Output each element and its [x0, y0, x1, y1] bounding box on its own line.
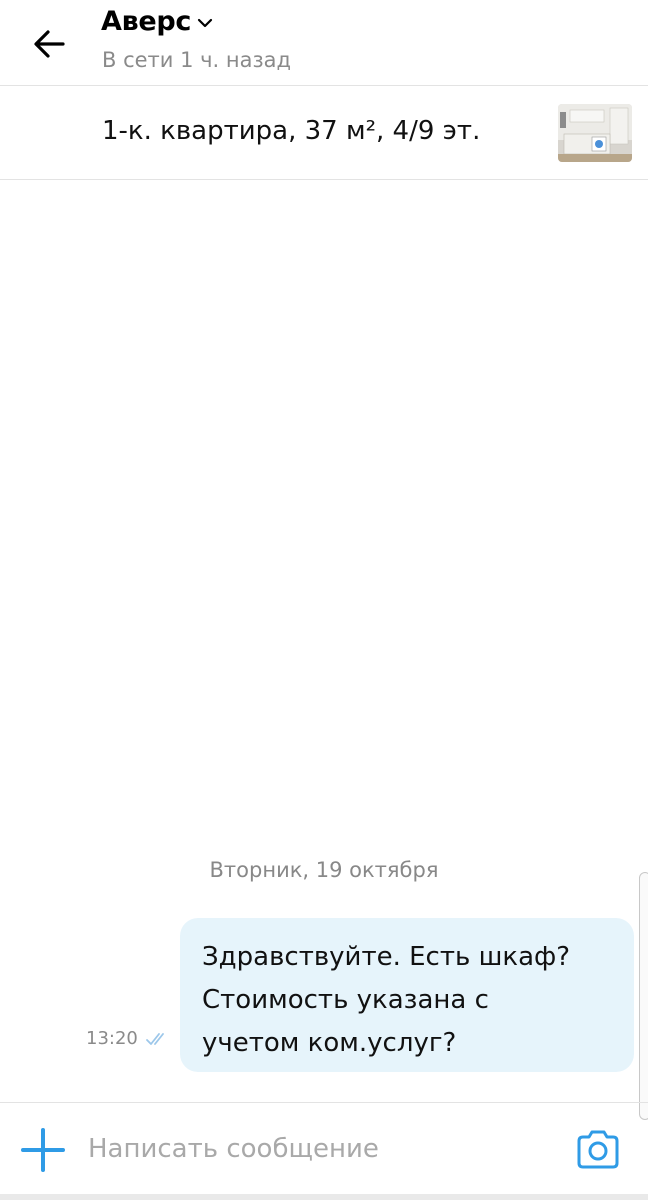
- message-line: Здравствуйте. Есть шкаф?: [202, 942, 571, 972]
- message-line: учетом ком.услуг?: [202, 1028, 457, 1058]
- attach-button[interactable]: [20, 1127, 66, 1173]
- scroll-handle[interactable]: [639, 872, 648, 1120]
- outgoing-message-bubble[interactable]: Здравствуйте. Есть шкаф? Стоимость указа…: [180, 918, 634, 1072]
- camera-button[interactable]: [574, 1127, 622, 1173]
- chat-header: Аверс В сети 1 ч. назад: [0, 0, 648, 86]
- arrow-left-icon: [34, 30, 65, 58]
- online-status: В сети 1 ч. назад: [102, 48, 292, 72]
- contact-name: Аверс: [101, 6, 192, 37]
- listing-title: 1-к. квартира, 37 м², 4/9 эт.: [102, 116, 481, 146]
- date-separator: Вторник, 19 октября: [209, 858, 439, 882]
- message-composer: [0, 1102, 648, 1194]
- message-time: 13:20: [86, 1028, 138, 1049]
- message-line: Стоимость указана с: [202, 985, 489, 1015]
- listing-card[interactable]: 1-к. квартира, 37 м², 4/9 эт.: [0, 86, 648, 180]
- apartment-photo-icon: [558, 104, 632, 162]
- back-button[interactable]: [26, 24, 72, 64]
- message-meta: 13:20: [86, 1028, 171, 1049]
- plus-icon: [21, 1128, 65, 1172]
- read-double-check-icon: [145, 1032, 164, 1045]
- message-input[interactable]: [88, 1129, 556, 1169]
- contact-name-dropdown[interactable]: Аверс: [101, 6, 213, 37]
- chevron-down-icon: [198, 18, 213, 27]
- camera-icon: [577, 1130, 619, 1169]
- listing-thumbnail[interactable]: [558, 104, 632, 162]
- system-nav-bar: [0, 1194, 648, 1200]
